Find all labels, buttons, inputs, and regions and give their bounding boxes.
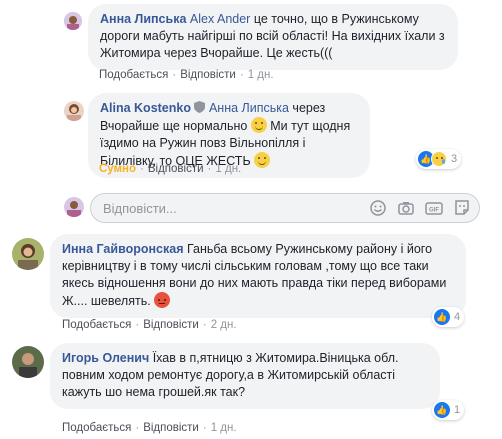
sad-icon: [431, 151, 447, 167]
smile-emoji-icon: [254, 152, 271, 168]
comment-actions: Подобається · Відповісти · 1 дн.: [62, 422, 237, 434]
current-user-avatar: [64, 197, 84, 217]
sticker-icon[interactable]: [453, 199, 471, 217]
timestamp[interactable]: 1 дн.: [211, 422, 237, 434]
avatar[interactable]: [12, 346, 44, 378]
timestamp[interactable]: 1 дн.: [248, 69, 274, 81]
separator: ·: [239, 69, 244, 81]
timestamp[interactable]: 2 дн.: [211, 319, 237, 331]
comment-bubble: Инна Гайворонская Ганьба всьому Ружинськ…: [50, 234, 466, 318]
separator: ·: [172, 69, 177, 81]
like-icon: 👍: [434, 309, 450, 325]
avatar[interactable]: [64, 12, 82, 30]
separator: ·: [135, 319, 140, 331]
like-link[interactable]: Подобається: [62, 319, 131, 331]
separator: ·: [207, 163, 212, 175]
reply-link[interactable]: Відповісти: [180, 69, 236, 81]
comment-mention[interactable]: Анна Липська: [209, 101, 289, 115]
verified-shield-icon: [194, 101, 206, 113]
comment-author[interactable]: Alina Kostenko: [100, 101, 191, 115]
reaction-summary[interactable]: 👍 3: [416, 149, 462, 169]
reaction-summary[interactable]: 👍 4: [432, 307, 465, 327]
separator: ·: [140, 163, 144, 175]
reaction-count: 4: [454, 311, 461, 323]
like-link[interactable]: Подобається: [99, 69, 168, 81]
reaction-count: 3: [451, 153, 458, 165]
separator: ·: [135, 422, 140, 434]
comment-mention[interactable]: Alex Ander: [190, 12, 250, 26]
reply-input[interactable]: Відповісти... GIF: [90, 193, 480, 223]
camera-icon[interactable]: [397, 199, 415, 217]
comment-actions: Подобається · Відповісти · 2 дн.: [62, 319, 237, 331]
like-link[interactable]: Сумно: [99, 163, 136, 175]
smile-emoji-icon: [250, 117, 267, 133]
svg-text:GIF: GIF: [429, 208, 439, 214]
like-icon: 👍: [434, 402, 450, 418]
angry-emoji-icon: [154, 292, 171, 308]
separator: ·: [202, 422, 207, 434]
avatar[interactable]: [12, 238, 44, 270]
reply-link[interactable]: Відповісти: [143, 319, 199, 331]
reply-link[interactable]: Відповісти: [148, 163, 204, 175]
comment-bubble: Игорь Оленич Їхав в п,ятницю з Житомира.…: [50, 343, 440, 409]
comment-author[interactable]: Анна Липська: [100, 12, 186, 26]
comment-author[interactable]: Инна Гайворонская: [62, 242, 184, 256]
like-link[interactable]: Подобається: [62, 422, 131, 434]
comment-actions: Подобається · Відповісти · 1 дн.: [99, 69, 274, 81]
reply-toolbar: GIF: [369, 199, 471, 217]
timestamp[interactable]: 1 дн.: [215, 163, 241, 175]
avatar[interactable]: [64, 101, 84, 121]
gif-icon[interactable]: GIF: [425, 199, 443, 217]
reply-link[interactable]: Відповісти: [143, 422, 199, 434]
comment-author[interactable]: Игорь Оленич: [62, 351, 149, 365]
comment-actions: Сумно · Відповісти · 1 дн.: [99, 163, 241, 175]
smile-icon[interactable]: [369, 199, 387, 217]
reaction-count: 1: [454, 404, 461, 416]
reply-placeholder: Відповісти...: [103, 201, 177, 216]
reaction-summary[interactable]: 👍 1: [432, 400, 465, 420]
comment-bubble: Анна Липська Alex Ander це точно, що в Р…: [88, 4, 458, 70]
separator: ·: [202, 319, 207, 331]
